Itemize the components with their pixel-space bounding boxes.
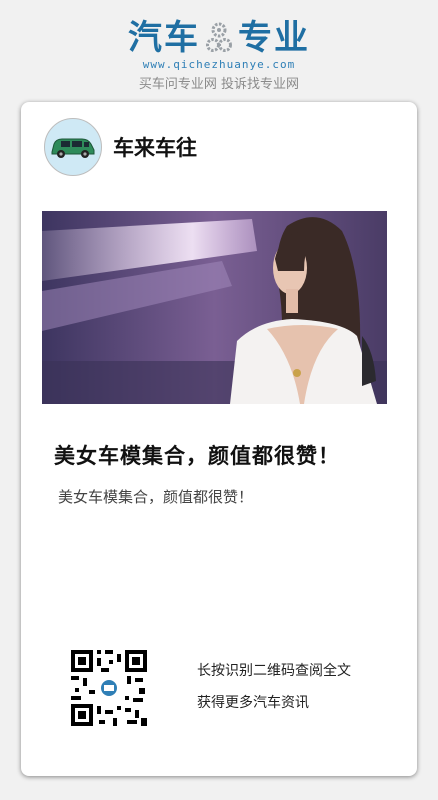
brand-word-left: 汽车 (128, 18, 200, 58)
qr-code-icon[interactable] (69, 648, 149, 728)
article-excerpt: 美女车模集合，颜值都很赞！ (58, 488, 254, 506)
brand-header: 汽车 专业 www.qichezhuanye.com 买车问专业网 投诉找专业网 (0, 18, 438, 92)
qr-instruction-line-2: 获得更多汽车资讯 (197, 695, 309, 711)
brand-url: www.qichezhuanye.com (142, 58, 296, 71)
car-model-photo (42, 211, 387, 404)
green-car-icon (51, 138, 95, 158)
brand-logo: 汽车 专业 (0, 18, 438, 58)
author-name[interactable]: 车来车往 (113, 132, 197, 162)
author-header[interactable]: 车来车往 (44, 118, 197, 176)
avatar[interactable] (44, 118, 102, 176)
brand-word-right: 专业 (238, 18, 310, 58)
article-hero-image[interactable] (42, 211, 387, 404)
qr-instruction-line-1: 长按识别二维码查阅全文 (197, 663, 351, 679)
brand-slogan: 买车问专业网 投诉找专业网 (138, 77, 300, 92)
article-title[interactable]: 美女车模集合，颜值都很赞！ (54, 440, 340, 470)
qr-instructions: 长按识别二维码查阅全文 获得更多汽车资讯 (197, 660, 351, 712)
gear-icon (206, 22, 232, 52)
article-card[interactable]: 车来车往 美女车模集合，颜值都很赞！ 美女车模集合，颜值都很赞！ 长按识别二维码… (21, 102, 417, 776)
